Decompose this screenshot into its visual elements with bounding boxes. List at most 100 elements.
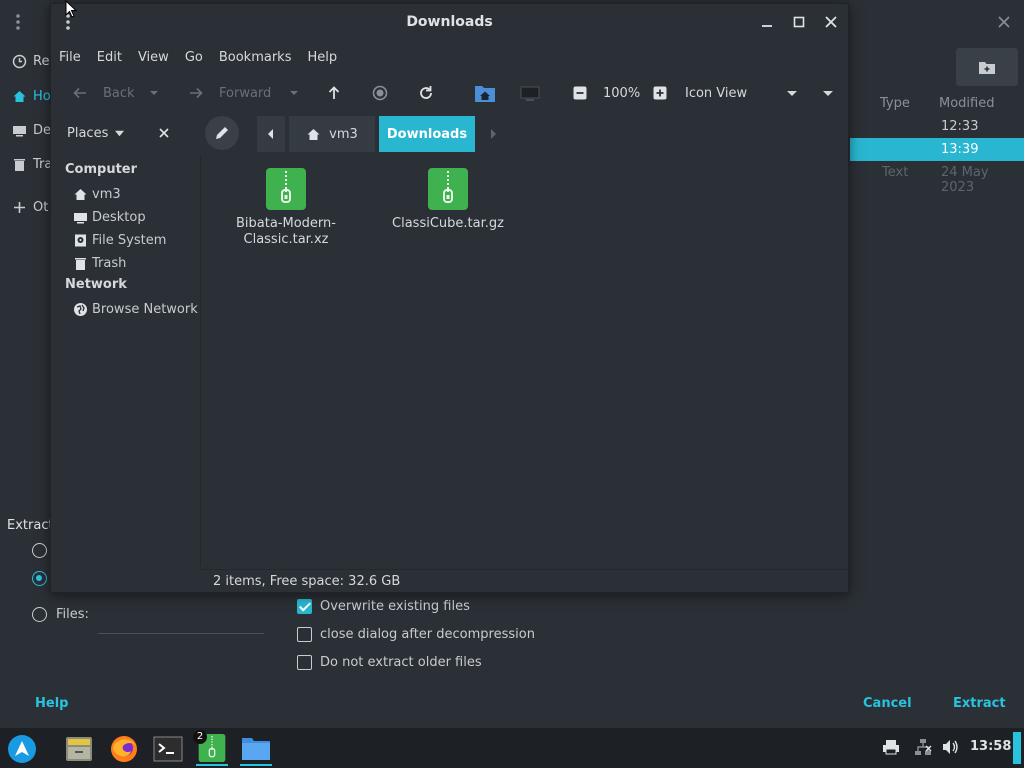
bg-sidebar-item-trash[interactable]: Tra (12, 153, 52, 175)
overwrite-option[interactable]: Overwrite existing files (297, 599, 470, 614)
forward-history-dropdown[interactable] (289, 76, 299, 110)
toolbar-overflow-button[interactable] (823, 76, 833, 110)
home-icon (306, 127, 321, 142)
zoom-in-button[interactable] (653, 76, 667, 110)
status-text: 2 items, Free space: 32.6 GB (213, 574, 401, 589)
bg-sidebar-item-recent[interactable]: Re (12, 50, 52, 72)
extract-all-radio[interactable] (32, 543, 47, 558)
file-item-bibata[interactable]: Bibata-Modern- Classic.tar.xz (231, 168, 341, 248)
menu-file[interactable]: File (51, 46, 89, 70)
cancel-button[interactable]: Cancel (863, 696, 912, 711)
breadcrumb-current[interactable]: Downloads (379, 116, 475, 152)
extract-dialog-sidebar: Re Ho De Tra Ot (0, 44, 52, 244)
sidebar-heading-network: Network (65, 277, 127, 292)
file-icon-view[interactable]: Bibata-Modern- Classic.tar.xz ClassiCube… (200, 156, 848, 566)
breadcrumb-scroll-left[interactable] (257, 116, 285, 152)
places-dropdown[interactable]: Places (67, 126, 125, 141)
menu-go[interactable]: Go (177, 46, 211, 70)
show-desktop-button[interactable] (1013, 732, 1021, 764)
trash-icon (73, 256, 88, 271)
column-header-modified[interactable]: Modified (939, 96, 994, 111)
close-side-pane-icon[interactable] (157, 126, 171, 140)
menu-view[interactable]: View (130, 46, 177, 70)
tray-printer-icon[interactable] (882, 738, 902, 758)
tray-volume-icon[interactable] (941, 738, 961, 758)
sidebar-item-vm3[interactable]: vm3 (73, 184, 121, 204)
zoom-out-button[interactable] (573, 76, 587, 110)
breadcrumb-scroll-right[interactable] (479, 116, 507, 152)
sidebar-item-file-system[interactable]: File System (73, 230, 166, 250)
extract-files-radio[interactable] (32, 607, 47, 622)
computer-button[interactable] (519, 76, 541, 110)
chevron-down-icon (823, 88, 833, 98)
sidebar-item-label: Browse Network (92, 301, 198, 317)
bg-sidebar-item-other[interactable]: Ot (12, 196, 52, 218)
places-sidebar: Computer vm3 Desktop File System Trash N… (51, 156, 200, 566)
close-dialog-checkbox[interactable] (297, 627, 312, 642)
network-icon (73, 302, 88, 317)
table-row[interactable]: 12:33 (850, 115, 1024, 138)
view-mode-select[interactable]: Icon View (679, 80, 803, 106)
start-menu-button[interactable] (6, 732, 38, 766)
archive-icon (428, 168, 468, 210)
help-button[interactable]: Help (35, 696, 68, 711)
bg-sidebar-item-home[interactable]: Ho (12, 85, 52, 107)
maximize-icon[interactable] (791, 14, 807, 30)
taskbar-firefox[interactable] (108, 732, 140, 766)
back-history-dropdown[interactable] (149, 76, 159, 110)
taskbar-terminal[interactable] (152, 732, 184, 766)
bg-sidebar-item-desktop[interactable]: De (12, 119, 52, 141)
menu-dots-icon[interactable] (10, 12, 26, 32)
menu-help[interactable]: Help (299, 46, 345, 70)
no-older-option[interactable]: Do not extract older files (297, 655, 482, 670)
files-input[interactable] (98, 604, 264, 634)
edit-location-button[interactable] (205, 116, 239, 150)
sidebar-item-trash[interactable]: Trash (73, 253, 126, 273)
row-type: Text (882, 165, 909, 180)
window-title: Downloads (406, 14, 493, 30)
stop-button[interactable] (371, 76, 389, 110)
view-mode-label: Icon View (685, 85, 748, 101)
home-icon (73, 187, 88, 202)
extract-dialog-close-icon[interactable] (994, 12, 1014, 32)
no-older-label: Do not extract older files (320, 655, 482, 670)
column-header-type[interactable]: Type (880, 96, 910, 111)
trash-icon (12, 157, 27, 172)
sidebar-item-desktop[interactable]: Desktop (73, 207, 146, 227)
chevron-down-icon (787, 88, 797, 98)
arrow-up-icon (325, 84, 343, 102)
new-folder-icon (978, 59, 996, 75)
extract-selected-radio[interactable] (32, 571, 47, 586)
home-button[interactable] (474, 76, 496, 110)
overwrite-checkbox[interactable] (297, 599, 312, 614)
tray-network-icon[interactable] (914, 738, 934, 758)
menu-bookmarks[interactable]: Bookmarks (211, 46, 300, 70)
table-row[interactable]: 13:39 (850, 138, 1024, 161)
close-dialog-option[interactable]: close dialog after decompression (297, 627, 535, 642)
taskbar: 13:58 (0, 728, 1024, 768)
new-folder-button[interactable] (956, 48, 1018, 86)
clock[interactable]: 13:58 (970, 739, 1011, 754)
extract-button[interactable]: Extract (953, 696, 1006, 711)
forward-label: Forward (219, 85, 272, 101)
sidebar-item-browse-network[interactable]: Browse Network (73, 299, 198, 319)
close-icon[interactable] (823, 14, 839, 30)
sidebar-item-label: File System (92, 232, 167, 248)
file-item-classicube[interactable]: ClassiCube.tar.gz (392, 168, 504, 232)
no-older-checkbox[interactable] (297, 655, 312, 670)
reload-button[interactable] (417, 76, 435, 110)
file-name: Bibata-Modern- Classic.tar.xz (236, 216, 336, 248)
up-button[interactable] (325, 76, 343, 110)
forward-button[interactable]: Forward (187, 76, 271, 110)
breadcrumb-home[interactable]: vm3 (289, 116, 375, 152)
zoom-level: 100% (603, 85, 641, 101)
statusbar: 2 items, Free space: 32.6 GB (200, 569, 848, 591)
taskbar-file-manager[interactable] (240, 732, 272, 766)
menu-edit[interactable]: Edit (89, 46, 130, 70)
minimize-icon[interactable] (759, 14, 775, 30)
sidebar-item-label: Trash (92, 255, 127, 271)
taskbar-file-cabinet[interactable] (63, 732, 95, 766)
file-manager-titlebar[interactable]: Downloads (51, 4, 848, 42)
table-row[interactable]: Text 24 May 2023 (850, 161, 1024, 195)
back-button[interactable]: Back (71, 76, 135, 110)
